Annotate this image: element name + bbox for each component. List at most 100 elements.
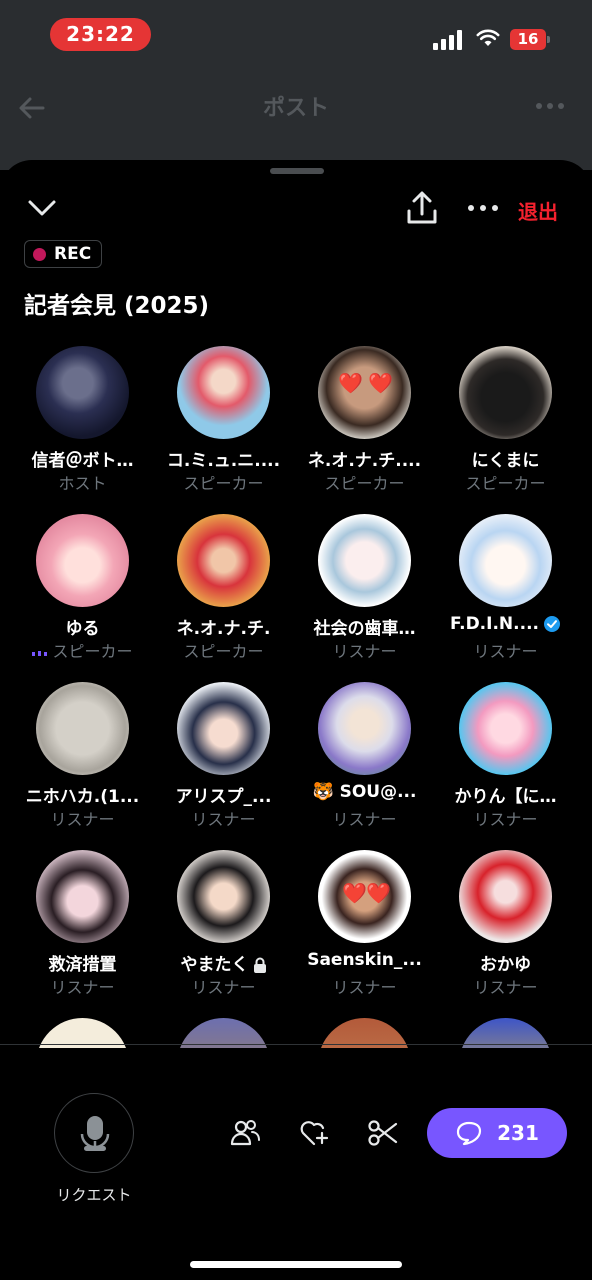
- participant[interactable]: ネ.オ.ナ.チ. スピーカー: [153, 514, 294, 664]
- request-mic-button[interactable]: [54, 1093, 134, 1173]
- participant-role: スピーカー: [183, 642, 264, 661]
- participant-name: ニホハカ.(1...: [25, 787, 140, 807]
- avatar: [177, 850, 270, 943]
- post-header: ポスト: [0, 80, 592, 170]
- more-icon[interactable]: [534, 94, 566, 118]
- participant-name: Saenskin_...: [307, 950, 422, 970]
- participant-role: リスナー: [473, 978, 538, 997]
- avatar: [36, 850, 129, 943]
- participant[interactable]: 信者＠ボト… ホスト: [12, 346, 153, 496]
- comments-button[interactable]: 231: [427, 1108, 567, 1158]
- participant-role: リスナー: [332, 642, 397, 661]
- cellular-signal-icon: [433, 30, 465, 50]
- svg-text:❤️: ❤️: [342, 881, 367, 905]
- participant-role: リスナー: [332, 810, 397, 829]
- clip-scissors-icon[interactable]: [367, 1118, 399, 1148]
- participant-role: リスナー: [50, 978, 115, 997]
- participant-name-text: F.D.I.N....: [450, 614, 539, 634]
- participant[interactable]: ゆる スピーカー: [12, 514, 153, 664]
- participant-name: F.D.I.N....: [435, 614, 576, 634]
- share-icon[interactable]: [404, 190, 440, 226]
- participant-role: リスナー: [50, 810, 115, 829]
- verified-badge-icon: [543, 616, 560, 632]
- participant-role-text: スピーカー: [52, 642, 133, 661]
- participant[interactable]: 🐯 SOU@... リスナー: [294, 682, 435, 832]
- heart-plus-icon[interactable]: [298, 1118, 330, 1148]
- comment-count: 231: [497, 1121, 539, 1145]
- home-indicator[interactable]: [190, 1261, 402, 1268]
- status-bar: 23:22 16: [0, 0, 592, 80]
- rec-label: REC: [54, 244, 92, 264]
- participant-role: リスナー: [473, 642, 538, 661]
- participants-icon[interactable]: [229, 1118, 261, 1148]
- svg-text:❤️: ❤️: [368, 371, 393, 395]
- participant[interactable]: F.D.I.N.... リスナー: [435, 514, 576, 664]
- participant-role: リスナー: [191, 810, 256, 829]
- wifi-icon: [476, 29, 500, 46]
- participant-name: アリスプ_...: [175, 787, 272, 807]
- avatar: [318, 514, 411, 607]
- participant-name: やまたく: [153, 950, 294, 975]
- participant-name: コ.ミ.ュ.ニ....: [166, 451, 281, 471]
- svg-text:❤️: ❤️: [338, 371, 363, 395]
- leave-button[interactable]: 退出: [518, 196, 558, 225]
- avatar: [459, 346, 552, 439]
- avatar: [459, 514, 552, 607]
- collapse-chevron-icon[interactable]: [26, 194, 58, 222]
- battery-icon: 16: [510, 29, 550, 50]
- participant[interactable]: 社会の歯車… リスナー: [294, 514, 435, 664]
- avatar: ❤️ ❤️: [318, 346, 411, 439]
- participant[interactable]: ❤️ ❤️ Saenskin_... リスナー: [294, 850, 435, 1000]
- participant-name-text: やまたく: [180, 955, 249, 975]
- participant[interactable]: やまたく リスナー: [153, 850, 294, 1000]
- lock-icon: [253, 957, 266, 973]
- participant-name: ネ.オ.ナ.チ....: [307, 451, 422, 471]
- participant-name: 🐯 SOU@...: [312, 782, 417, 802]
- participant-name: にくまに: [471, 451, 540, 471]
- status-time[interactable]: 23:22: [50, 18, 151, 51]
- participant[interactable]: かりん【に… リスナー: [435, 682, 576, 832]
- participant-role: スピーカー: [324, 474, 405, 493]
- participant-role: スピーカー: [12, 638, 153, 662]
- avatar: [459, 850, 552, 943]
- avatar: [459, 682, 552, 775]
- participant-name: 救済措置: [48, 955, 117, 975]
- microphone-icon: [80, 1116, 110, 1151]
- sheet-grabber[interactable]: [270, 168, 324, 174]
- participant-role: リスナー: [191, 978, 256, 997]
- comment-bubble-icon: [457, 1121, 482, 1146]
- avatar: ❤️ ❤️: [318, 850, 411, 943]
- participant[interactable]: ❤️ ❤️ ネ.オ.ナ.チ.... スピーカー: [294, 346, 435, 496]
- battery-level: 16: [510, 29, 546, 50]
- participant-name: ゆる: [65, 619, 100, 639]
- participant-role: スピーカー: [465, 474, 546, 493]
- participant[interactable]: 救済措置 リスナー: [12, 850, 153, 1000]
- speaking-indicator-icon: [32, 650, 48, 656]
- avatar: [36, 682, 129, 775]
- rec-dot-icon: [33, 247, 46, 261]
- participant-name: 社会の歯車…: [313, 619, 416, 639]
- space-sheet: 退出 REC 記者会見 (2025) 信者＠ボト… ホスト コ.ミ.ュ.ニ...…: [0, 160, 592, 1280]
- rec-badge: REC: [24, 240, 103, 268]
- participant-role: リスナー: [332, 978, 397, 997]
- participant-name: ネ.オ.ナ.チ.: [176, 619, 271, 639]
- participant-role: スピーカー: [183, 474, 264, 493]
- avatar: [177, 514, 270, 607]
- request-label: リクエスト: [56, 1186, 132, 1204]
- avatar: [177, 346, 270, 439]
- participant[interactable]: にくまに スピーカー: [435, 346, 576, 496]
- avatar: [36, 514, 129, 607]
- more-options-icon[interactable]: [466, 198, 500, 218]
- participant-name: おかゆ: [480, 955, 531, 975]
- avatar: [177, 682, 270, 775]
- participant[interactable]: おかゆ リスナー: [435, 850, 576, 1000]
- participant-role: リスナー: [473, 810, 538, 829]
- participant-role: ホスト: [58, 474, 107, 493]
- participant[interactable]: コ.ミ.ュ.ニ.... スピーカー: [153, 346, 294, 496]
- participant-name: かりん【に…: [454, 787, 557, 807]
- avatar: [36, 346, 129, 439]
- participant[interactable]: アリスプ_... リスナー: [153, 682, 294, 832]
- participant[interactable]: ニホハカ.(1... リスナー: [12, 682, 153, 832]
- post-title: ポスト: [262, 96, 329, 121]
- space-title: 記者会見 (2025): [24, 293, 210, 319]
